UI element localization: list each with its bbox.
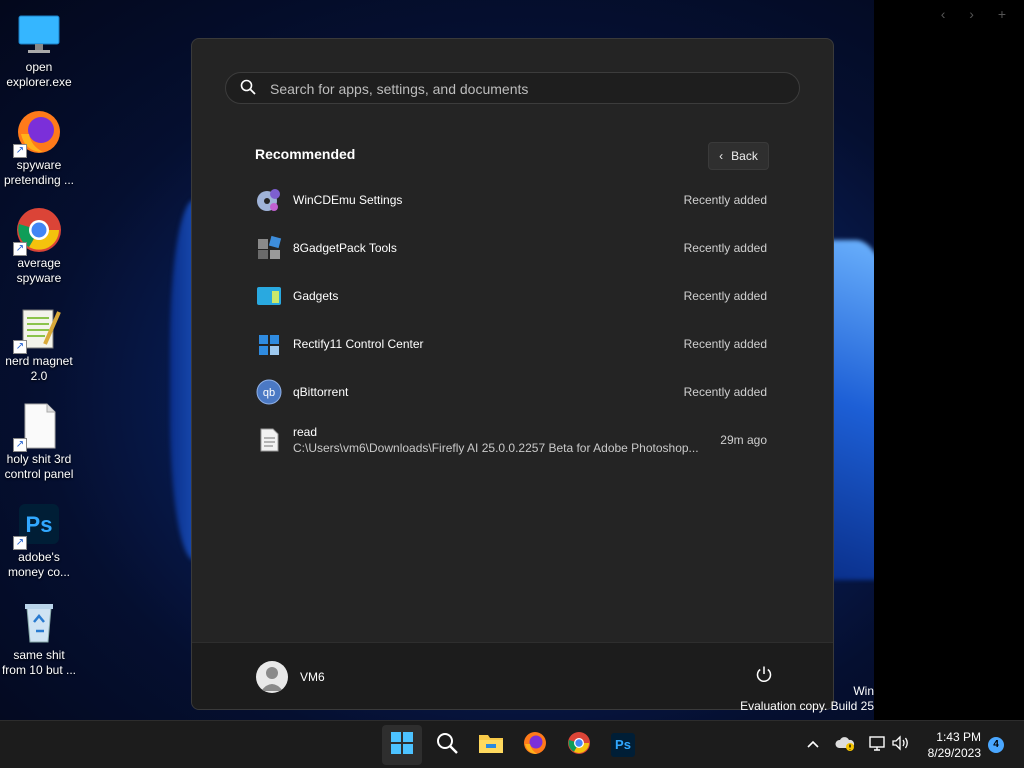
user-name: VM6: [300, 670, 325, 684]
recommended-item-wincdemu[interactable]: WinCDEmu Settings Recently added: [248, 177, 778, 225]
item-name: Gadgets: [293, 289, 339, 303]
start-menu-footer: VM6: [192, 642, 833, 709]
recommended-item-read[interactable]: read C:\Users\vm6\Downloads\Firefly AI 2…: [248, 417, 778, 465]
item-name: Rectify11 Control Center: [293, 337, 424, 351]
search-icon: [240, 79, 256, 100]
text-file-icon: [256, 427, 282, 453]
chrome-icon: [567, 731, 591, 760]
desktop-icon-label: open explorer.exe: [6, 60, 72, 89]
clock-time: 1:43 PM: [936, 730, 981, 744]
item-name: qBittorrent: [293, 385, 349, 399]
desktop-icon-control-panel[interactable]: ↗ holy shit 3rd control panel: [0, 394, 78, 482]
taskbar: Ps 1:43 PM 8/29/2023 4: [0, 720, 1024, 768]
speaker-icon: [891, 734, 911, 756]
taskbar-photoshop[interactable]: Ps: [603, 725, 643, 765]
chevron-up-icon: [806, 736, 820, 754]
shortcut-arrow-icon: ↗: [13, 340, 27, 354]
firefox-icon: [523, 731, 547, 760]
svg-text:qb: qb: [263, 387, 275, 399]
desktop-icon-label: nerd magnet 2.0: [5, 354, 73, 383]
user-account-button[interactable]: VM6: [256, 661, 325, 693]
volume-tray-button[interactable]: [890, 721, 912, 768]
recommended-list: WinCDEmu Settings Recently added 8Gadget…: [248, 177, 778, 465]
search-box[interactable]: [225, 72, 800, 105]
rectify11-icon: [256, 331, 282, 357]
gadgets-icon: [256, 283, 282, 309]
back-button-label: Back: [731, 149, 758, 163]
avatar: [256, 661, 288, 693]
wincdemu-icon: [256, 187, 282, 213]
recommended-item-qbittorrent[interactable]: qb qBittorrent Recently added: [248, 369, 778, 417]
item-time: Recently added: [683, 193, 767, 207]
strip-nav-arrows: ‹ › +: [940, 6, 1016, 22]
svg-text:Ps: Ps: [26, 512, 53, 537]
start-menu: Recommended ‹ Back WinCDEmu Settings Rec…: [191, 38, 834, 710]
start-icon: [390, 731, 414, 760]
start-button[interactable]: [382, 725, 422, 765]
recommended-item-gadgets[interactable]: Gadgets Recently added: [248, 273, 778, 321]
watermark-line-1: Win: [853, 684, 874, 698]
show-hidden-icons-button[interactable]: [802, 721, 824, 768]
watermark-line-2: Evaluation copy. Build 25: [740, 699, 874, 713]
file-explorer-icon: [478, 731, 504, 760]
chrome-icon: ↗: [13, 206, 63, 256]
shortcut-arrow-icon: ↗: [13, 242, 27, 256]
item-name: WinCDEmu Settings: [293, 193, 403, 207]
search-icon: [435, 731, 459, 760]
shortcut-arrow-icon: ↗: [13, 144, 27, 158]
desktop-icon-label: holy shit 3rd control panel: [4, 452, 74, 481]
desktop-icon-chrome[interactable]: ↗ average spyware: [0, 198, 78, 286]
desktop-icon-notepad-plus-plus[interactable]: ↗ nerd magnet 2.0: [0, 296, 78, 384]
desktop-icon-firefox[interactable]: ↗ spyware pretending ...: [0, 100, 78, 188]
network-tray-button[interactable]: [866, 721, 888, 768]
recycle-bin-icon: [15, 598, 63, 646]
item-time: Recently added: [683, 289, 767, 303]
desktop-icon-label: adobe's money co...: [7, 550, 71, 579]
item-name: read: [293, 425, 318, 439]
item-path: C:\Users\vm6\Downloads\Firefly AI 25.0.0…: [293, 441, 699, 455]
clock-button[interactable]: 1:43 PM 8/29/2023: [928, 729, 981, 761]
shortcut-arrow-icon: ↗: [13, 536, 27, 550]
blank-file-icon: ↗: [13, 402, 63, 452]
desktop-icon-label: same shit from 10 but ...: [1, 648, 77, 677]
recommended-item-gadgetpack[interactable]: 8GadgetPack Tools Recently added: [248, 225, 778, 273]
desktop-icon-photoshop[interactable]: Ps ↗ adobe's money co...: [0, 492, 78, 580]
recommended-heading: Recommended: [255, 146, 356, 162]
network-icon: [868, 735, 886, 756]
search-input[interactable]: [268, 73, 772, 105]
desktop-icon-label: spyware pretending ...: [3, 158, 75, 187]
photoshop-icon: Ps ↗: [13, 500, 63, 550]
photoshop-icon: Ps: [611, 733, 635, 757]
desktop-icon-recycle-bin[interactable]: same shit from 10 but ...: [0, 590, 78, 678]
item-time: Recently added: [683, 337, 767, 351]
notepad-plus-plus-icon: ↗: [13, 304, 63, 354]
cloud-warning-icon: [835, 735, 855, 756]
evaluation-watermark: Win Evaluation copy. Build 25: [740, 684, 874, 714]
chevron-left-icon: ‹: [719, 149, 724, 163]
item-name: 8GadgetPack Tools: [293, 241, 397, 255]
item-time: 29m ago: [720, 433, 767, 447]
gadgetpack-icon: [256, 235, 282, 261]
notification-badge[interactable]: 4: [988, 737, 1004, 753]
item-time: Recently added: [683, 385, 767, 399]
clock-date: 8/29/2023: [927, 746, 981, 760]
taskbar-file-explorer[interactable]: [471, 725, 511, 765]
desktop-icon-open-explorer[interactable]: open explorer.exe: [0, 2, 78, 90]
back-button[interactable]: ‹ Back: [708, 142, 769, 170]
recommended-item-rectify11[interactable]: Rectify11 Control Center Recently added: [248, 321, 778, 369]
firefox-icon: ↗: [13, 108, 63, 158]
taskbar-search-button[interactable]: [427, 725, 467, 765]
taskbar-firefox[interactable]: [515, 725, 555, 765]
shortcut-arrow-icon: ↗: [13, 438, 27, 452]
monitor-icon: [15, 10, 63, 58]
qbittorrent-icon: qb: [256, 379, 282, 405]
onedrive-tray-button[interactable]: [834, 721, 856, 768]
item-time: Recently added: [683, 241, 767, 255]
taskbar-chrome[interactable]: [559, 725, 599, 765]
offscreen-strip: ‹ › +: [874, 0, 1024, 720]
desktop-icon-label: average spyware: [16, 256, 62, 285]
